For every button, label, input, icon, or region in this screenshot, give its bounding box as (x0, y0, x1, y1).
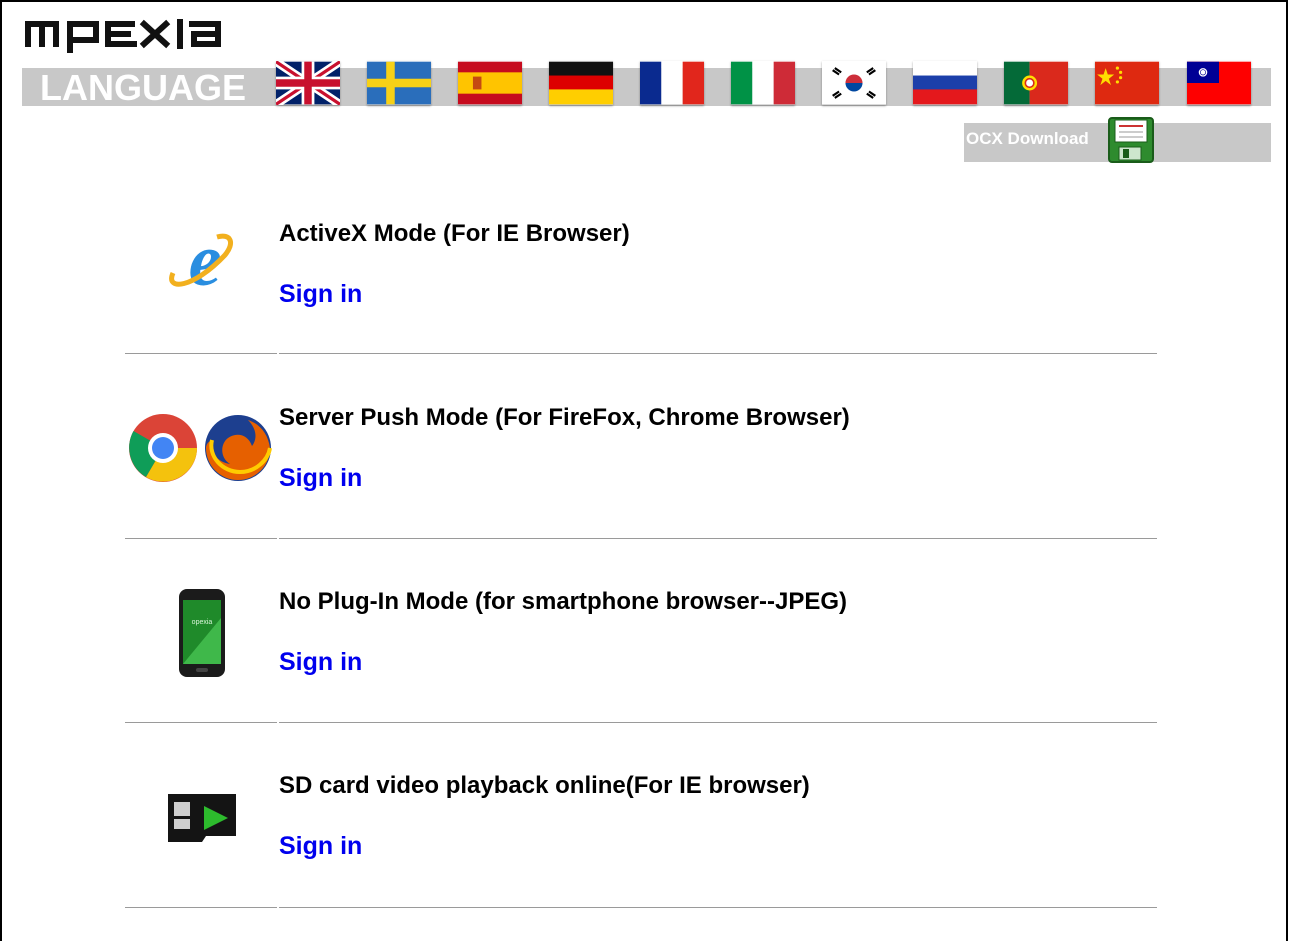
sd-card-mode-title: SD card video playback online(For IE bro… (279, 772, 810, 799)
divider (125, 722, 277, 723)
language-label: LANGUAGE (40, 67, 246, 108)
activex-signin-link[interactable]: Sign in (279, 280, 362, 309)
opexia-logo (25, 19, 221, 53)
activex-mode-title: ActiveX Mode (For IE Browser) (279, 220, 630, 247)
flag-spain[interactable] (458, 61, 522, 105)
divider (279, 353, 1157, 354)
flag-korea[interactable] (822, 61, 886, 105)
no-plugin-mode-title: No Plug-In Mode (for smartphone browser-… (279, 588, 848, 615)
ocx-download-label[interactable]: OCX Download (966, 128, 1089, 150)
flag-taiwan[interactable] (1187, 61, 1251, 105)
flag-germany[interactable] (549, 61, 613, 105)
no-plugin-signin-link[interactable]: Sign in (279, 648, 362, 677)
flag-italy[interactable] (731, 61, 795, 105)
divider (279, 907, 1157, 908)
flag-uk[interactable] (276, 61, 340, 105)
flag-china[interactable] (1095, 61, 1159, 105)
divider (125, 353, 277, 354)
flag-portugal[interactable] (1004, 61, 1068, 105)
divider (125, 538, 277, 539)
sd-card-signin-link[interactable]: Sign in (279, 832, 362, 861)
divider (279, 722, 1157, 723)
flag-russia[interactable] (913, 61, 977, 105)
server-push-signin-link[interactable]: Sign in (279, 464, 362, 493)
smartphone-icon: opexia (179, 589, 225, 677)
flag-sweden[interactable] (367, 61, 431, 105)
chrome-icon (129, 414, 197, 482)
internet-explorer-icon: e (169, 225, 234, 297)
flag-france[interactable] (640, 61, 704, 105)
svg-text:opexia: opexia (192, 619, 213, 626)
firefox-icon (205, 415, 272, 481)
divider (279, 538, 1157, 539)
sd-card-icon (168, 794, 236, 842)
server-push-mode-title: Server Push Mode (For FireFox, Chrome Br… (279, 404, 850, 431)
divider (125, 907, 277, 908)
floppy-disk-icon[interactable] (1107, 116, 1155, 164)
